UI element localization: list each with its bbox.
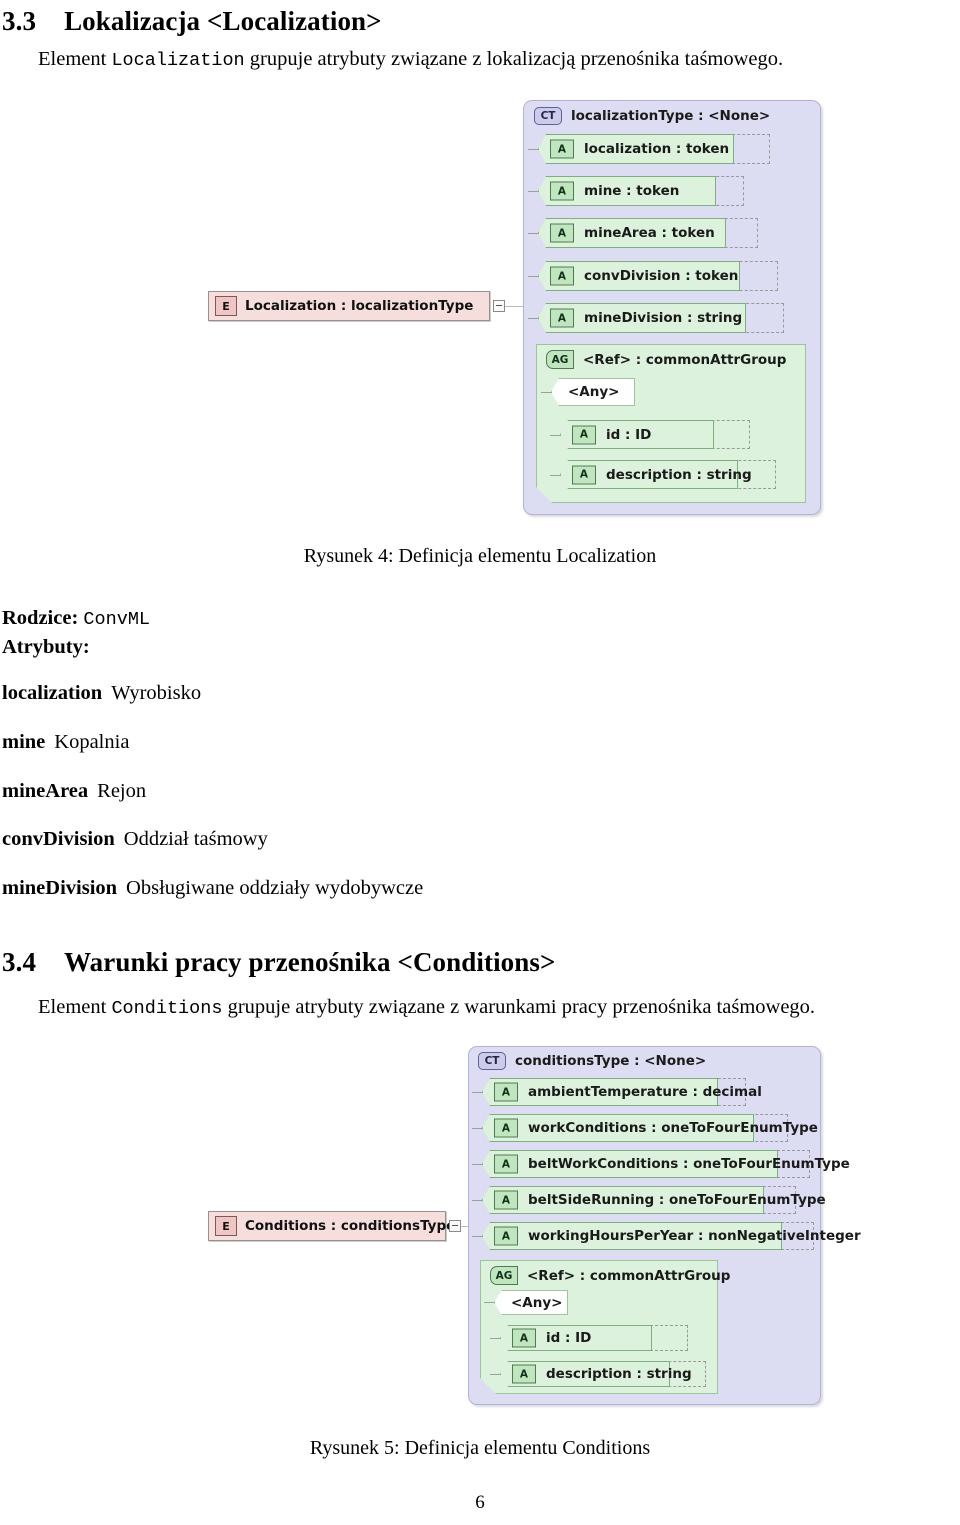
- row-connector-stub: [472, 1200, 483, 1201]
- attribute-row-label: beltWorkConditions : oneToFourEnumType: [528, 1156, 850, 1172]
- figure-caption-5: Rysunek 5: Definicja elementu Conditions: [309, 1437, 651, 1459]
- row-connector-stub: [472, 1164, 483, 1165]
- complextype-header-conditionstype: CT conditionsType : <None>: [478, 1052, 706, 1070]
- attribute-row-label: id : ID: [546, 1330, 592, 1346]
- attribute-row-label: workingHoursPerYear : nonNegativeInteger: [528, 1228, 861, 1244]
- attribute-row-workconditions[interactable]: A workConditions : oneToFourEnumType: [472, 1114, 818, 1142]
- page-number: 6: [475, 1492, 485, 1513]
- attribute-row-id[interactable]: A id : ID: [490, 1325, 688, 1351]
- row-connector-stub: [490, 1338, 501, 1339]
- attribute-row-label: workConditions : oneToFourEnumType: [528, 1120, 818, 1136]
- attribute-row-label: ambientTemperature : decimal: [528, 1084, 762, 1100]
- element-icon: E: [215, 1216, 237, 1236]
- attribute-icon: A: [494, 1190, 518, 1210]
- element-box-conditions[interactable]: E Conditions : conditionsType: [208, 1211, 455, 1241]
- attribute-row-ambienttemperature[interactable]: A ambientTemperature : decimal: [472, 1078, 762, 1106]
- xsd-diagram-conditions: E Conditions : conditionsType CT conditi…: [0, 0, 960, 1525]
- any-connector-stub: [484, 1302, 495, 1303]
- attribute-row-beltsiderunning[interactable]: A beltSideRunning : oneToFourEnumType: [472, 1186, 826, 1214]
- attribute-icon: A: [494, 1226, 518, 1246]
- row-connector-stub: [472, 1236, 483, 1237]
- attrgroup-header: AG <Ref> : commonAttrGroup: [490, 1266, 730, 1285]
- any-box[interactable]: <Any>: [494, 1290, 568, 1315]
- row-connector-stub: [472, 1092, 483, 1093]
- element-box-label: Conditions : conditionsType: [245, 1218, 456, 1234]
- attribute-icon: A: [512, 1364, 536, 1384]
- attribute-icon: A: [494, 1154, 518, 1174]
- row-connector-stub: [490, 1374, 501, 1375]
- row-connector-stub: [472, 1128, 483, 1129]
- collapse-toggle-conditions[interactable]: [449, 1220, 461, 1232]
- document-page: 3.3 Lokalizacja <Localization> Element Lo…: [0, 0, 960, 1525]
- attribute-row-workinghoursperyear[interactable]: A workingHoursPerYear : nonNegativeInteg…: [472, 1222, 861, 1250]
- attribute-row-description[interactable]: A description : string: [490, 1361, 706, 1387]
- attribute-row-label: description : string: [546, 1366, 692, 1382]
- attrgroup-icon: AG: [490, 1266, 518, 1285]
- attribute-icon: A: [494, 1118, 518, 1138]
- attribute-icon: A: [494, 1082, 518, 1102]
- attrgroup-label: <Ref> : commonAttrGroup: [527, 1267, 731, 1284]
- attribute-row-label: beltSideRunning : oneToFourEnumType: [528, 1192, 826, 1208]
- complextype-label: conditionsType : <None>: [515, 1053, 707, 1069]
- complextype-icon: CT: [478, 1052, 506, 1070]
- any-label: <Any>: [511, 1294, 563, 1311]
- attribute-row-beltworkconditions[interactable]: A beltWorkConditions : oneToFourEnumType: [472, 1150, 850, 1178]
- attribute-icon: A: [512, 1328, 536, 1348]
